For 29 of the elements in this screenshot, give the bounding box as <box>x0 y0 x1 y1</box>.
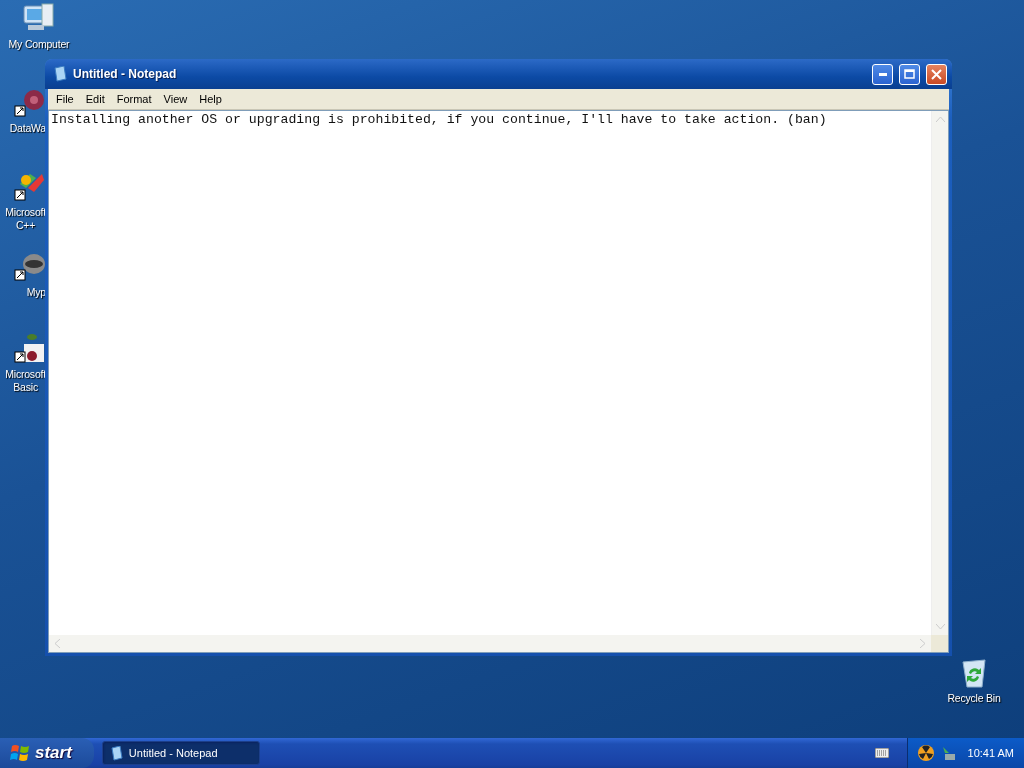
scrollbar-corner <box>931 635 948 652</box>
taskbar-button[interactable]: Untitled - Notepad <box>101 741 260 765</box>
menu-item[interactable]: Edit <box>79 91 111 107</box>
icon-label: My Computer <box>8 38 70 51</box>
task-label: Untitled - Notepad <box>128 747 218 759</box>
menu-item[interactable]: Format <box>110 91 158 107</box>
icon-label: DataWa <box>9 122 46 135</box>
notepad-icon <box>110 745 123 761</box>
windows-flag-icon <box>10 744 30 762</box>
minimize-button[interactable] <box>872 63 893 85</box>
keyboard-icon[interactable] <box>874 748 889 758</box>
shortcut-icon[interactable] <box>12 332 46 366</box>
clock: 10:41 AM <box>967 747 1014 759</box>
menu-item[interactable]: File <box>50 91 80 107</box>
minimize-icon <box>878 72 887 76</box>
menu-item[interactable]: View <box>157 91 194 107</box>
icon-label: Myp <box>26 286 46 299</box>
icon-label: Recycle Bin <box>947 692 1001 705</box>
close-button[interactable] <box>926 63 947 85</box>
icon-label: Microsoft Basic <box>5 368 46 394</box>
close-icon <box>931 68 942 80</box>
maximize-button[interactable] <box>899 63 920 85</box>
notepad-icon <box>53 66 67 82</box>
menu-item[interactable]: Help <box>193 91 228 107</box>
maximize-icon <box>904 69 915 79</box>
radiation-icon[interactable] <box>917 745 934 761</box>
window-title: Untitled - Notepad <box>73 67 178 81</box>
start-button[interactable]: start <box>0 738 94 768</box>
icon-label: Microsoft C++ <box>5 206 46 232</box>
